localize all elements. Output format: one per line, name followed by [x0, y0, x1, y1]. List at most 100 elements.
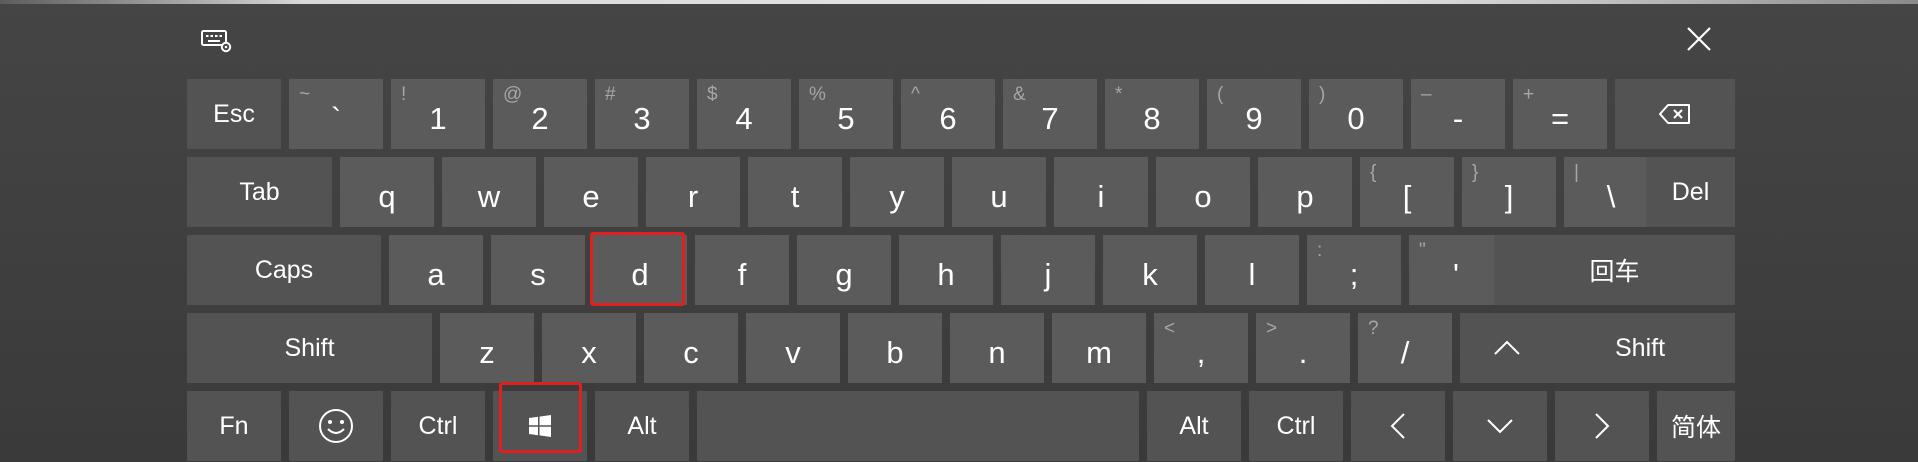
key-shift-label: ?	[1368, 318, 1379, 339]
close-button[interactable]	[1676, 18, 1722, 64]
key-label: f	[737, 257, 747, 292]
key-equals[interactable]: = +	[1513, 79, 1607, 149]
key-label: Del	[1671, 177, 1710, 206]
key-n[interactable]: n	[950, 313, 1044, 383]
key-label: Alt	[627, 411, 657, 440]
key-shift-label: :	[1317, 240, 1323, 261]
key-ralt[interactable]: Alt	[1147, 391, 1241, 461]
key-label: Shift	[1614, 333, 1666, 362]
key-space[interactable]	[697, 391, 1139, 461]
chevron-right-icon	[1555, 391, 1649, 461]
key-quote[interactable]: ' "	[1409, 235, 1503, 305]
key-slash[interactable]: /?	[1358, 313, 1452, 383]
key-label: Esc	[213, 99, 255, 128]
key-tab[interactable]: Tab	[187, 157, 332, 227]
key-del[interactable]: Del	[1646, 157, 1735, 227]
key-9[interactable]: 9(	[1207, 79, 1301, 149]
key-8[interactable]: 8 *	[1105, 79, 1199, 149]
key-label: l	[1248, 257, 1256, 292]
key-left[interactable]	[1351, 391, 1445, 461]
key-label: d	[631, 257, 649, 292]
key-shift-label: |	[1574, 162, 1579, 183]
key-w[interactable]: w	[442, 157, 536, 227]
key-fn[interactable]: Fn	[187, 391, 281, 461]
key-s[interactable]: s	[491, 235, 585, 305]
chevron-up-icon	[1460, 313, 1554, 383]
key-label: p	[1296, 179, 1314, 214]
key-label: j	[1044, 257, 1052, 292]
key-lalt[interactable]: Alt	[595, 391, 689, 461]
key-lang[interactable]: 简体	[1657, 391, 1735, 461]
key-lbracket[interactable]: [{	[1360, 157, 1454, 227]
key-2[interactable]: 2 @	[493, 79, 587, 149]
key-backspace[interactable]	[1615, 79, 1735, 149]
key-emoji[interactable]	[289, 391, 383, 461]
key-label: c	[683, 335, 699, 370]
key-i[interactable]: i	[1054, 157, 1148, 227]
key-g[interactable]: g	[797, 235, 891, 305]
key-caps[interactable]: Caps	[187, 235, 381, 305]
key-shift-label: #	[605, 84, 616, 105]
key-shift-label: {	[1370, 162, 1377, 183]
key-u[interactable]: u	[952, 157, 1046, 227]
key-period[interactable]: . >	[1256, 313, 1350, 383]
key-lctrl[interactable]: Ctrl	[391, 391, 485, 461]
key-esc[interactable]: Esc	[187, 79, 281, 149]
key-f[interactable]: f	[695, 235, 789, 305]
key-t[interactable]: t	[748, 157, 842, 227]
key-backtick[interactable]: ` ~	[289, 79, 383, 149]
key-shift-label: –	[1421, 84, 1432, 105]
key-label: Alt	[1179, 411, 1209, 440]
key-y[interactable]: y	[850, 157, 944, 227]
key-label: r	[687, 179, 699, 214]
key-label: 简体	[1670, 414, 1721, 442]
key-label: Ctrl	[418, 411, 458, 440]
key-rctrl[interactable]: Ctrl	[1249, 391, 1343, 461]
key-c[interactable]: c	[644, 313, 738, 383]
key-m[interactable]: m	[1052, 313, 1146, 383]
key-l[interactable]: l	[1205, 235, 1299, 305]
key-d[interactable]: d	[593, 235, 687, 305]
key-b[interactable]: b	[848, 313, 942, 383]
key-up[interactable]	[1460, 313, 1554, 383]
key-comma[interactable]: , <	[1154, 313, 1248, 383]
key-label: v	[785, 335, 801, 370]
key-shift-label: $	[707, 84, 718, 105]
key-a[interactable]: a	[389, 235, 483, 305]
key-k[interactable]: k	[1103, 235, 1197, 305]
key-shift-label: <	[1164, 318, 1176, 339]
key-p[interactable]: p	[1258, 157, 1352, 227]
key-right[interactable]	[1555, 391, 1649, 461]
key-shift-label: >	[1266, 318, 1278, 339]
key-e[interactable]: e	[544, 157, 638, 227]
key-minus[interactable]: - –	[1411, 79, 1505, 149]
key-7[interactable]: 7 &	[1003, 79, 1097, 149]
key-5[interactable]: 5%	[799, 79, 893, 149]
key-z[interactable]: z	[440, 313, 534, 383]
key-6[interactable]: 6 ^	[901, 79, 995, 149]
key-down[interactable]	[1453, 391, 1547, 461]
key-1[interactable]: 1!	[391, 79, 485, 149]
keyboard-settings-button[interactable]	[196, 24, 238, 62]
key-semicolon[interactable]: ;:	[1307, 235, 1401, 305]
key-enter[interactable]: 回车	[1494, 235, 1735, 305]
key-q[interactable]: q	[340, 157, 434, 227]
key-rbracket[interactable]: ]}	[1462, 157, 1556, 227]
key-r[interactable]: r	[646, 157, 740, 227]
key-x[interactable]: x	[542, 313, 636, 383]
key-4[interactable]: 4 $	[697, 79, 791, 149]
key-label: m	[1086, 335, 1112, 370]
key-label: h	[937, 257, 955, 292]
key-rshift[interactable]: Shift	[1545, 313, 1735, 383]
smiley-icon	[289, 391, 383, 461]
key-lshift[interactable]: Shift	[187, 313, 432, 383]
key-0[interactable]: 0)	[1309, 79, 1403, 149]
key-backslash[interactable]: \ |	[1564, 157, 1658, 227]
key-label: 回车	[1589, 258, 1640, 286]
key-o[interactable]: o	[1156, 157, 1250, 227]
key-h[interactable]: h	[899, 235, 993, 305]
key-j[interactable]: j	[1001, 235, 1095, 305]
key-win[interactable]	[493, 391, 587, 461]
key-v[interactable]: v	[746, 313, 840, 383]
key-3[interactable]: 3 #	[595, 79, 689, 149]
